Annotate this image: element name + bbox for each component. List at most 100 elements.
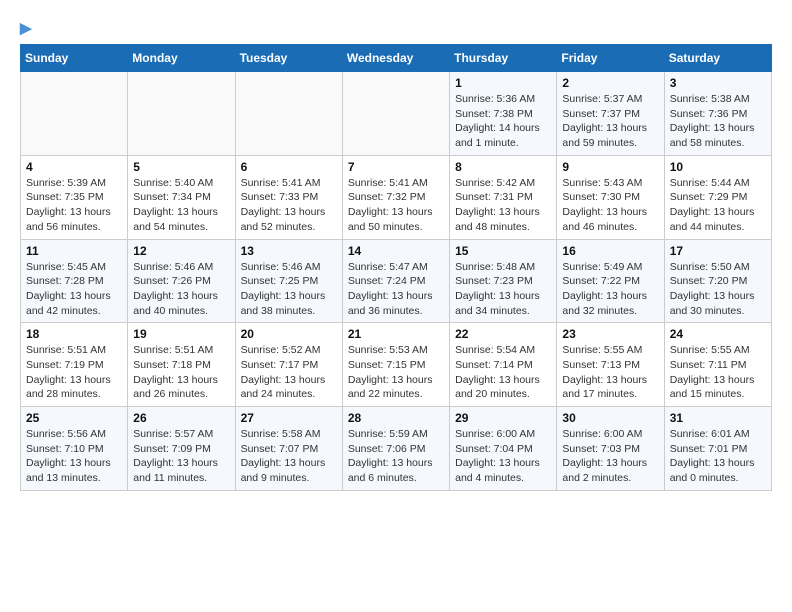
calendar-cell: 23 Sunrise: 5:55 AMSunset: 7:13 PMDayligh…: [557, 323, 664, 407]
day-number: 26: [133, 411, 229, 425]
day-info: Sunrise: 5:55 AMSunset: 7:13 PMDaylight:…: [562, 343, 658, 402]
header-day-tuesday: Tuesday: [235, 45, 342, 72]
day-info: Sunrise: 6:01 AMSunset: 7:01 PMDaylight:…: [670, 427, 766, 486]
day-info: Sunrise: 5:52 AMSunset: 7:17 PMDaylight:…: [241, 343, 337, 402]
day-number: 3: [670, 76, 766, 90]
day-info: Sunrise: 5:46 AMSunset: 7:25 PMDaylight:…: [241, 260, 337, 319]
calendar-cell: 25 Sunrise: 5:56 AMSunset: 7:10 PMDayligh…: [21, 407, 128, 491]
calendar-cell: 6 Sunrise: 5:41 AMSunset: 7:33 PMDaylight…: [235, 155, 342, 239]
calendar-cell: 17 Sunrise: 5:50 AMSunset: 7:20 PMDayligh…: [664, 239, 771, 323]
day-info: Sunrise: 6:00 AMSunset: 7:03 PMDaylight:…: [562, 427, 658, 486]
calendar-cell: 13 Sunrise: 5:46 AMSunset: 7:25 PMDayligh…: [235, 239, 342, 323]
day-info: Sunrise: 5:43 AMSunset: 7:30 PMDaylight:…: [562, 176, 658, 235]
calendar-cell: 3Sunrise: 5:38 AMSunset: 7:36 PMDaylight…: [664, 72, 771, 156]
calendar-header: SundayMondayTuesdayWednesdayThursdayFrid…: [21, 45, 772, 72]
day-number: 25: [26, 411, 122, 425]
calendar-cell: 31 Sunrise: 6:01 AMSunset: 7:01 PMDayligh…: [664, 407, 771, 491]
calendar-cell: 10Sunrise: 5:44 AMSunset: 7:29 PMDayligh…: [664, 155, 771, 239]
day-number: 13: [241, 244, 337, 258]
logo: ▶: [20, 20, 32, 38]
calendar-cell: 28 Sunrise: 5:59 AMSunset: 7:06 PMDayligh…: [342, 407, 449, 491]
day-number: 4: [26, 160, 122, 174]
day-info: Sunrise: 5:40 AMSunset: 7:34 PMDaylight:…: [133, 176, 229, 235]
week-row-5: 25 Sunrise: 5:56 AMSunset: 7:10 PMDayligh…: [21, 407, 772, 491]
day-number: 30: [562, 411, 658, 425]
logo-text: ▶: [20, 20, 32, 38]
day-number: 23: [562, 327, 658, 341]
day-info: Sunrise: 5:58 AMSunset: 7:07 PMDaylight:…: [241, 427, 337, 486]
day-info: Sunrise: 5:56 AMSunset: 7:10 PMDaylight:…: [26, 427, 122, 486]
day-number: 22: [455, 327, 551, 341]
day-number: 14: [348, 244, 444, 258]
header-row: SundayMondayTuesdayWednesdayThursdayFrid…: [21, 45, 772, 72]
day-info: Sunrise: 5:44 AMSunset: 7:29 PMDaylight:…: [670, 176, 766, 235]
calendar-cell: 19Sunrise: 5:51 AMSunset: 7:18 PMDayligh…: [128, 323, 235, 407]
day-info: Sunrise: 5:53 AMSunset: 7:15 PMDaylight:…: [348, 343, 444, 402]
day-number: 6: [241, 160, 337, 174]
day-info: Sunrise: 5:50 AMSunset: 7:20 PMDaylight:…: [670, 260, 766, 319]
day-info: Sunrise: 5:46 AMSunset: 7:26 PMDaylight:…: [133, 260, 229, 319]
day-number: 12: [133, 244, 229, 258]
day-info: Sunrise: 5:47 AMSunset: 7:24 PMDaylight:…: [348, 260, 444, 319]
day-info: Sunrise: 5:48 AMSunset: 7:23 PMDaylight:…: [455, 260, 551, 319]
day-info: Sunrise: 5:42 AMSunset: 7:31 PMDaylight:…: [455, 176, 551, 235]
day-number: 24: [670, 327, 766, 341]
calendar-cell: 20 Sunrise: 5:52 AMSunset: 7:17 PMDayligh…: [235, 323, 342, 407]
calendar-cell: 9 Sunrise: 5:43 AMSunset: 7:30 PMDaylight…: [557, 155, 664, 239]
header-day-monday: Monday: [128, 45, 235, 72]
calendar-cell: 14 Sunrise: 5:47 AMSunset: 7:24 PMDayligh…: [342, 239, 449, 323]
calendar-cell: 29 Sunrise: 6:00 AMSunset: 7:04 PMDayligh…: [450, 407, 557, 491]
day-info: Sunrise: 5:57 AMSunset: 7:09 PMDaylight:…: [133, 427, 229, 486]
calendar-cell: 16Sunrise: 5:49 AMSunset: 7:22 PMDayligh…: [557, 239, 664, 323]
header-day-thursday: Thursday: [450, 45, 557, 72]
day-number: 8: [455, 160, 551, 174]
day-number: 1: [455, 76, 551, 90]
day-info: Sunrise: 5:45 AMSunset: 7:28 PMDaylight:…: [26, 260, 122, 319]
week-row-4: 18 Sunrise: 5:51 AMSunset: 7:19 PMDayligh…: [21, 323, 772, 407]
calendar-cell: [128, 72, 235, 156]
header-day-wednesday: Wednesday: [342, 45, 449, 72]
calendar-cell: 8 Sunrise: 5:42 AMSunset: 7:31 PMDaylight…: [450, 155, 557, 239]
day-info: Sunrise: 5:55 AMSunset: 7:11 PMDaylight:…: [670, 343, 766, 402]
calendar-cell: [21, 72, 128, 156]
calendar-cell: 2 Sunrise: 5:37 AMSunset: 7:37 PMDaylight…: [557, 72, 664, 156]
week-row-2: 4 Sunrise: 5:39 AMSunset: 7:35 PMDaylight…: [21, 155, 772, 239]
calendar-cell: [342, 72, 449, 156]
day-info: Sunrise: 5:36 AMSunset: 7:38 PMDaylight:…: [455, 92, 551, 151]
day-info: Sunrise: 5:41 AMSunset: 7:33 PMDaylight:…: [241, 176, 337, 235]
calendar-cell: 21 Sunrise: 5:53 AMSunset: 7:15 PMDayligh…: [342, 323, 449, 407]
day-info: Sunrise: 5:37 AMSunset: 7:37 PMDaylight:…: [562, 92, 658, 151]
day-number: 18: [26, 327, 122, 341]
day-number: 27: [241, 411, 337, 425]
calendar-cell: 18 Sunrise: 5:51 AMSunset: 7:19 PMDayligh…: [21, 323, 128, 407]
day-info: Sunrise: 5:59 AMSunset: 7:06 PMDaylight:…: [348, 427, 444, 486]
header-day-sunday: Sunday: [21, 45, 128, 72]
day-number: 16: [562, 244, 658, 258]
header-day-saturday: Saturday: [664, 45, 771, 72]
calendar-cell: 30 Sunrise: 6:00 AMSunset: 7:03 PMDayligh…: [557, 407, 664, 491]
day-number: 29: [455, 411, 551, 425]
day-number: 5: [133, 160, 229, 174]
day-info: Sunrise: 5:54 AMSunset: 7:14 PMDaylight:…: [455, 343, 551, 402]
calendar-cell: 11 Sunrise: 5:45 AMSunset: 7:28 PMDayligh…: [21, 239, 128, 323]
day-number: 9: [562, 160, 658, 174]
day-number: 28: [348, 411, 444, 425]
calendar-cell: 26 Sunrise: 5:57 AMSunset: 7:09 PMDayligh…: [128, 407, 235, 491]
day-number: 21: [348, 327, 444, 341]
calendar-body: 1 Sunrise: 5:36 AMSunset: 7:38 PMDaylight…: [21, 72, 772, 491]
day-info: Sunrise: 5:51 AMSunset: 7:19 PMDaylight:…: [26, 343, 122, 402]
calendar-cell: 15Sunrise: 5:48 AMSunset: 7:23 PMDayligh…: [450, 239, 557, 323]
day-number: 20: [241, 327, 337, 341]
day-info: Sunrise: 5:39 AMSunset: 7:35 PMDaylight:…: [26, 176, 122, 235]
day-number: 11: [26, 244, 122, 258]
day-number: 31: [670, 411, 766, 425]
calendar-cell: 5 Sunrise: 5:40 AMSunset: 7:34 PMDaylight…: [128, 155, 235, 239]
day-number: 2: [562, 76, 658, 90]
day-number: 17: [670, 244, 766, 258]
header-day-friday: Friday: [557, 45, 664, 72]
day-info: Sunrise: 6:00 AMSunset: 7:04 PMDaylight:…: [455, 427, 551, 486]
calendar-cell: 1 Sunrise: 5:36 AMSunset: 7:38 PMDaylight…: [450, 72, 557, 156]
calendar-cell: 12 Sunrise: 5:46 AMSunset: 7:26 PMDayligh…: [128, 239, 235, 323]
calendar-cell: 22 Sunrise: 5:54 AMSunset: 7:14 PMDayligh…: [450, 323, 557, 407]
week-row-3: 11 Sunrise: 5:45 AMSunset: 7:28 PMDayligh…: [21, 239, 772, 323]
